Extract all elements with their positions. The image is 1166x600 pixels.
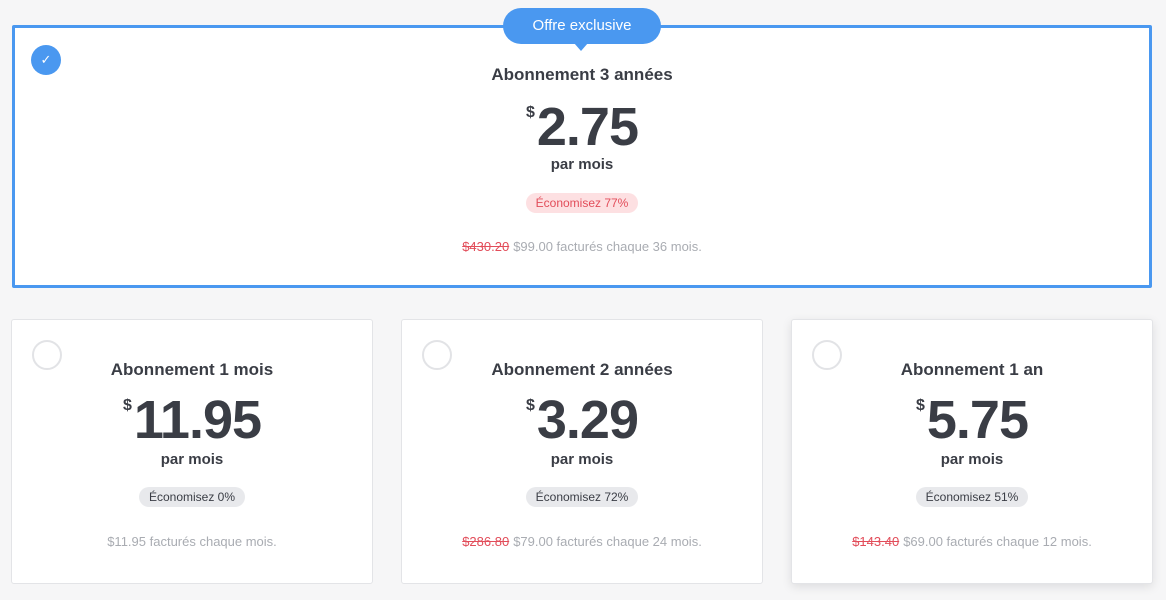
- plan-card-3-years[interactable]: ✓ Abonnement 3 années $ 2.75 par mois Éc…: [12, 25, 1152, 288]
- price-amount: 5.75: [926, 390, 1029, 450]
- currency-symbol: $: [122, 397, 132, 414]
- billing-info: $286.80 $79.00 facturés chaque 24 mois.: [402, 534, 762, 549]
- price-amount: 11.95: [133, 390, 262, 450]
- savings-badge: Économisez 72%: [525, 487, 639, 507]
- old-price: $286.80: [462, 534, 510, 549]
- price-amount: 3.29: [536, 390, 639, 450]
- old-price: $143.40: [852, 534, 900, 549]
- currency-symbol: $: [915, 397, 925, 414]
- plan-title: Abonnement 2 années: [491, 360, 673, 379]
- price: $ 2.75: [15, 100, 1149, 154]
- savings-badge: Économisez 0%: [138, 487, 246, 507]
- currency-symbol: $: [525, 397, 535, 414]
- price-period: par mois: [550, 451, 614, 468]
- price-period: par mois: [550, 156, 614, 173]
- plan-card-1-month[interactable]: Abonnement 1 mois $ 11.95 par mois Écono…: [11, 319, 373, 584]
- billing-info: $430.20 $99.00 facturés chaque 36 mois.: [15, 239, 1149, 254]
- plan-title: Abonnement 3 années: [491, 65, 673, 84]
- price-period: par mois: [160, 451, 224, 468]
- currency-symbol: $: [525, 104, 535, 121]
- billing-text: $11.95 facturés chaque mois.: [107, 534, 277, 549]
- price-period: par mois: [940, 451, 1004, 468]
- billing-info: $143.40 $69.00 facturés chaque 12 mois.: [792, 534, 1152, 549]
- plan-title: Abonnement 1 an: [900, 360, 1044, 379]
- billing-text: $69.00 facturés chaque 12 mois.: [903, 534, 1092, 549]
- old-price: $430.20: [462, 239, 510, 254]
- billing-text: $79.00 facturés chaque 24 mois.: [513, 534, 702, 549]
- price: $ 5.75: [792, 393, 1152, 447]
- plan-card-1-year[interactable]: Abonnement 1 an $ 5.75 par mois Économis…: [791, 319, 1153, 584]
- billing-text: $99.00 facturés chaque 36 mois.: [513, 239, 702, 254]
- exclusive-offer-badge: Offre exclusive: [503, 8, 661, 51]
- plan-card-2-years[interactable]: Abonnement 2 années $ 3.29 par mois Écon…: [401, 319, 763, 584]
- price: $ 11.95: [12, 393, 372, 447]
- savings-badge: Économisez 77%: [525, 193, 639, 213]
- price: $ 3.29: [402, 393, 762, 447]
- price-amount: 2.75: [536, 97, 639, 157]
- plan-title: Abonnement 1 mois: [110, 360, 274, 379]
- savings-badge: Économisez 51%: [915, 487, 1029, 507]
- billing-info: $11.95 facturés chaque mois.: [12, 534, 372, 549]
